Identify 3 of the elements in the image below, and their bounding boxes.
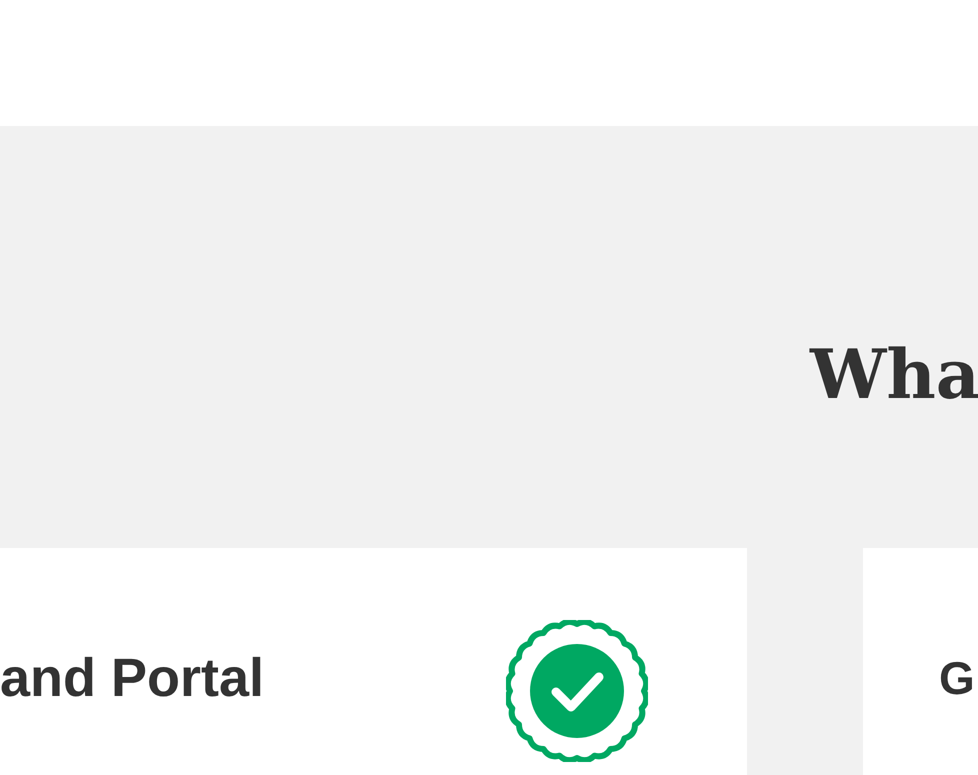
card-title: G (939, 651, 975, 706)
card-title: and Portal (0, 647, 264, 710)
section-heading: Wha (808, 334, 978, 417)
